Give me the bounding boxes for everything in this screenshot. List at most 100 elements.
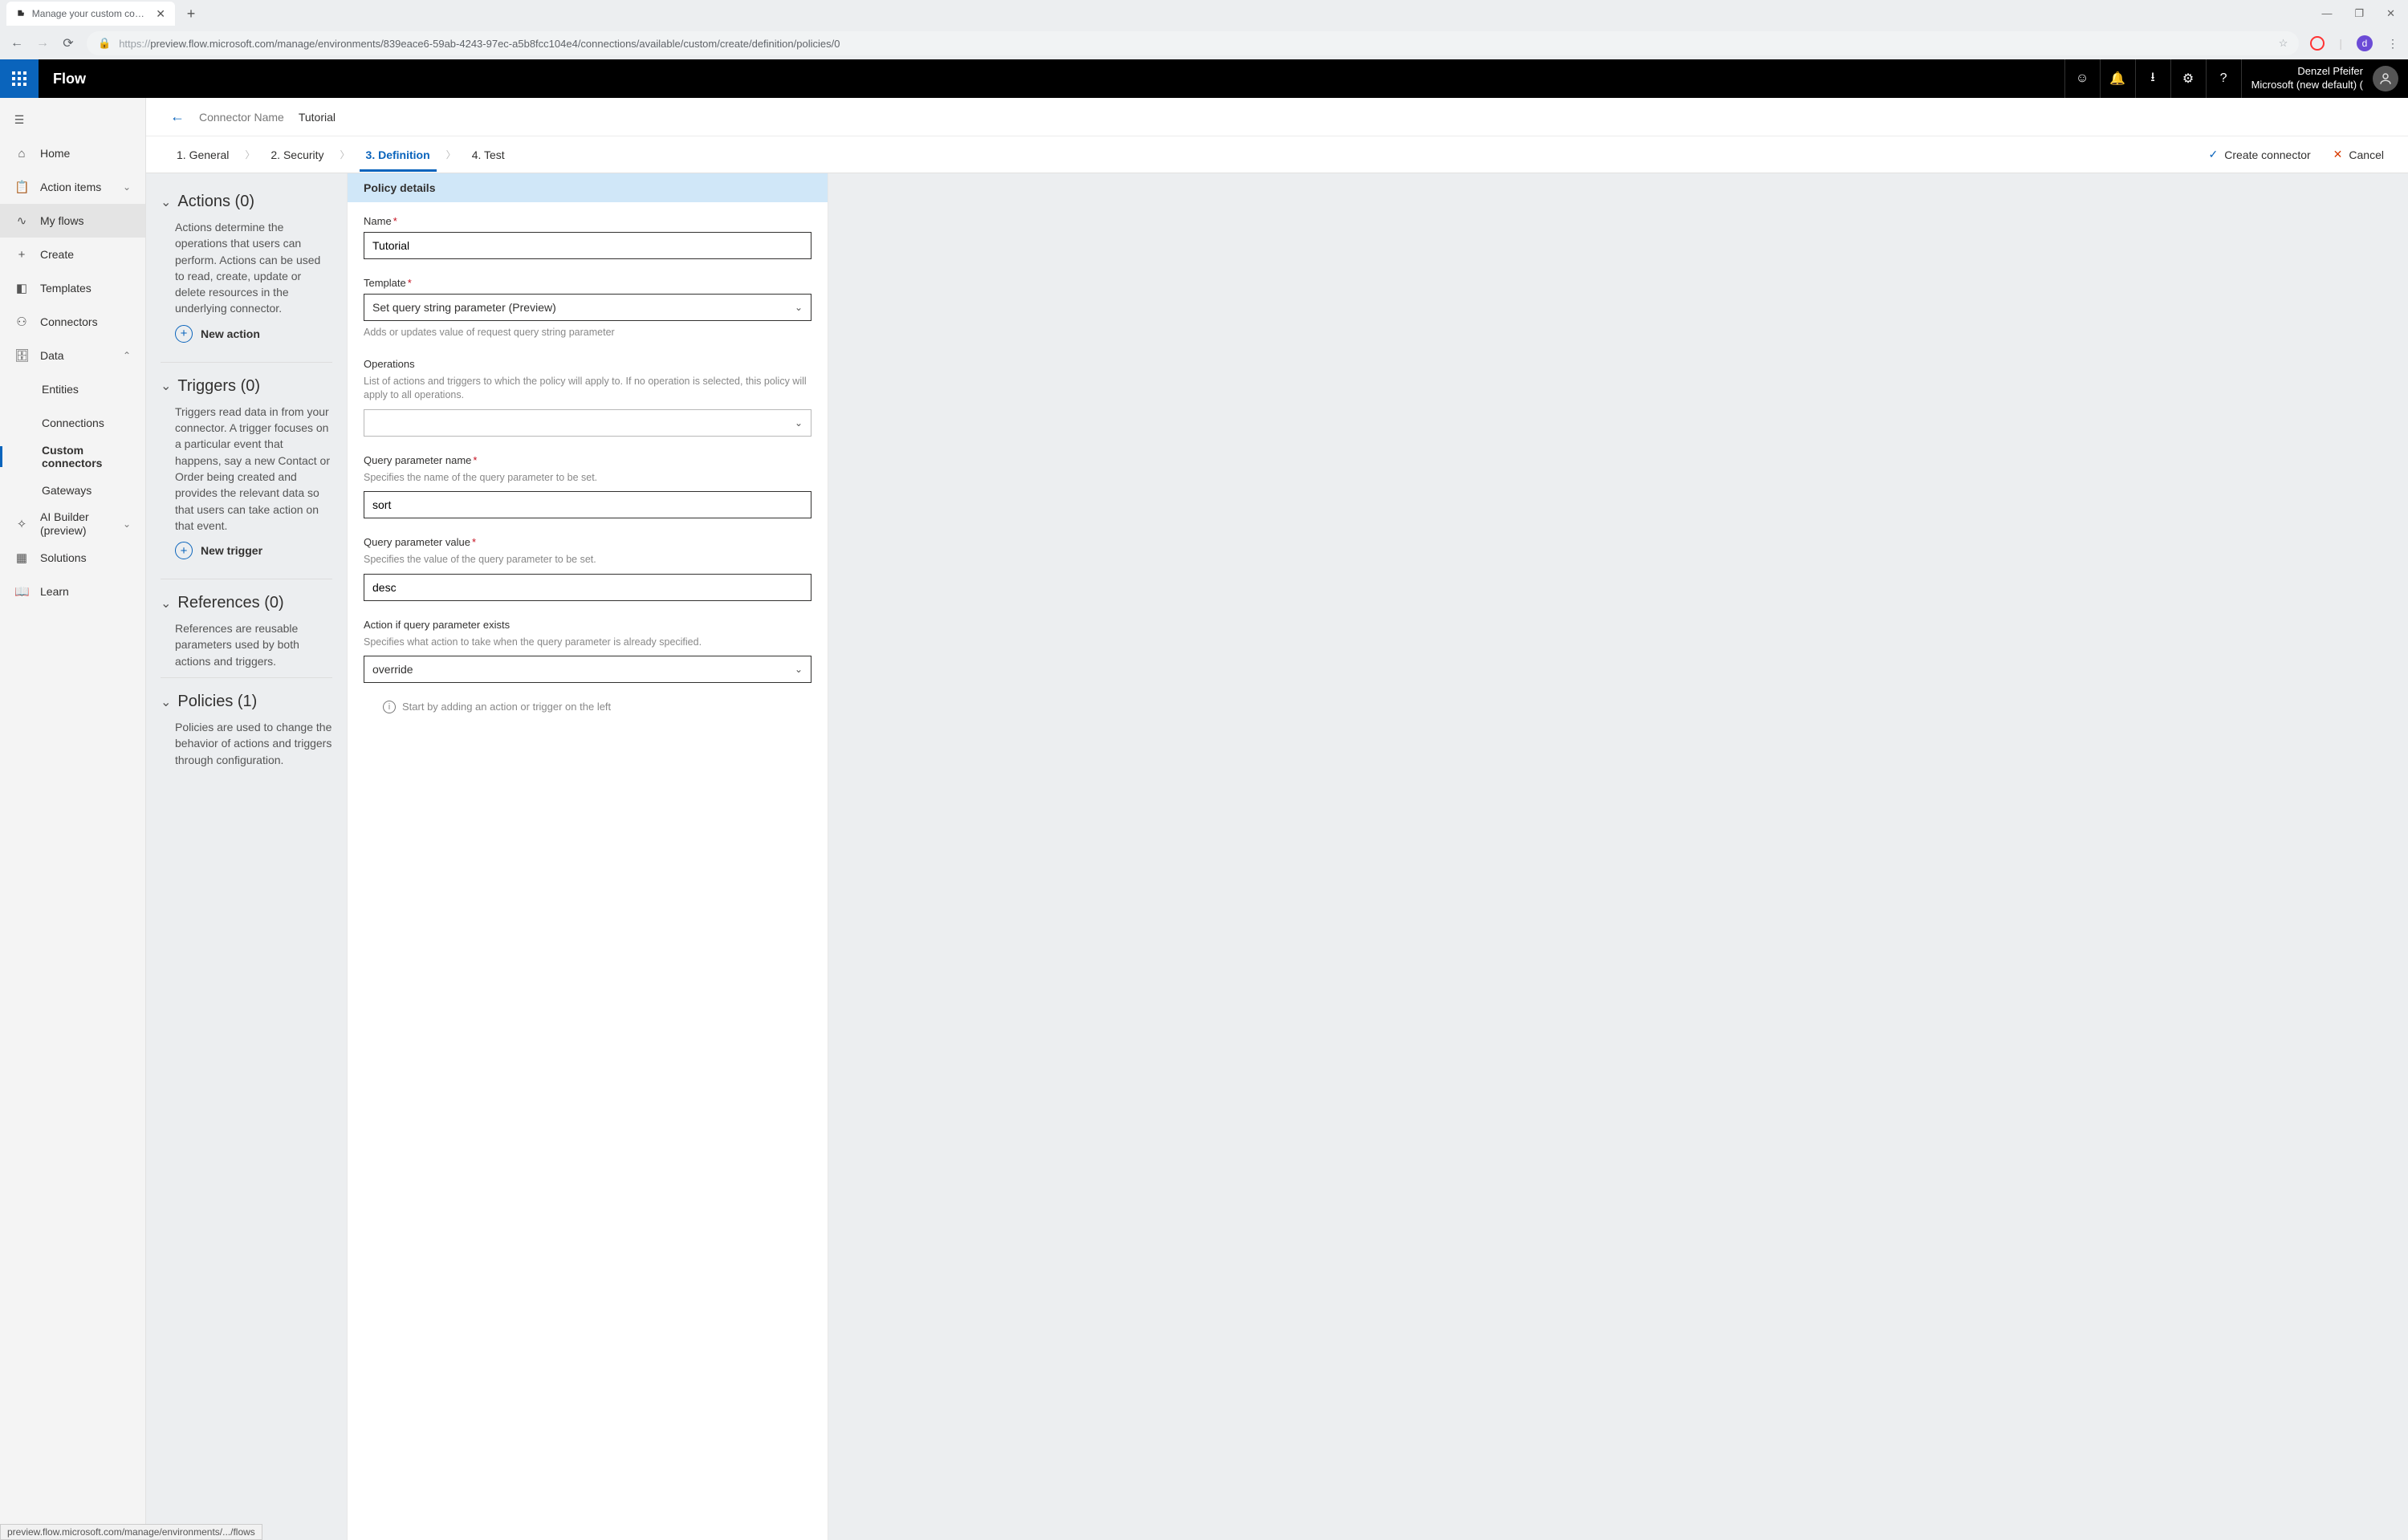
bell-icon[interactable]: 🔔 xyxy=(2100,59,2135,98)
reload-icon[interactable]: ⟳ xyxy=(61,35,75,51)
chevron-up-icon: ⌃ xyxy=(123,350,131,361)
browser-tab[interactable]: Manage your custom connectors ✕ xyxy=(6,2,175,26)
browser-menu-icon[interactable]: ⋮ xyxy=(2387,37,2398,51)
waffle-icon xyxy=(12,71,26,86)
triggers-section-header[interactable]: ⌄Triggers (0) xyxy=(161,377,332,396)
url-box[interactable]: 🔒 https://preview.flow.microsoft.com/man… xyxy=(87,31,2299,55)
ai-icon: ✧ xyxy=(14,517,29,531)
gear-icon[interactable]: ⚙ xyxy=(2170,59,2206,98)
close-tab-icon[interactable]: ✕ xyxy=(156,7,165,21)
breadcrumb: ← Connector Name Tutorial xyxy=(146,98,2408,136)
sidebar-item-create[interactable]: +Create xyxy=(0,238,145,271)
operations-label: Operations xyxy=(364,358,811,370)
close-window-icon[interactable]: ✕ xyxy=(2386,7,2395,20)
star-icon[interactable]: ☆ xyxy=(2279,37,2288,50)
chevron-down-icon: ⌄ xyxy=(123,181,131,193)
chevron-down-icon: ⌄ xyxy=(795,302,803,313)
clipboard-icon: 📋 xyxy=(14,180,29,194)
policy-details-header: Policy details xyxy=(348,173,828,202)
forward-icon[interactable]: → xyxy=(35,36,50,51)
sidebar-item-connectors[interactable]: ⚇Connectors xyxy=(0,305,145,339)
action-help: Specifies what action to take when the q… xyxy=(364,636,811,650)
maximize-icon[interactable]: ❐ xyxy=(2354,7,2364,20)
triggers-desc: Triggers read data in from your connecto… xyxy=(161,404,332,534)
hint-bottom: iStart by adding an action or trigger on… xyxy=(364,701,811,713)
action-select[interactable]: override⌄ xyxy=(364,656,811,683)
sidebar: ☰ ⌂Home 📋Action items⌄ ∿My flows +Create… xyxy=(0,98,146,1540)
tab-title: Manage your custom connectors xyxy=(32,8,149,19)
download-icon[interactable]: ⭳ xyxy=(2135,59,2170,98)
step-general[interactable]: 1. General xyxy=(170,148,235,161)
data-icon: 🗄 xyxy=(14,348,29,363)
sidebar-item-connections[interactable]: Connections xyxy=(0,406,145,440)
sidebar-item-home[interactable]: ⌂Home xyxy=(0,136,145,170)
new-action-button[interactable]: +New action xyxy=(161,325,332,343)
help-icon[interactable]: ? xyxy=(2206,59,2241,98)
url-text: https://preview.flow.microsoft.com/manag… xyxy=(119,38,840,50)
actions-section-header[interactable]: ⌄Actions (0) xyxy=(161,193,332,211)
sidebar-item-solutions[interactable]: ▦Solutions xyxy=(0,541,145,575)
plus-circle-icon: + xyxy=(175,542,193,559)
back-arrow-icon[interactable]: ← xyxy=(170,108,185,125)
sidebar-item-data[interactable]: 🗄Data⌃ xyxy=(0,339,145,372)
user-name: Denzel Pfeifer xyxy=(2251,65,2363,79)
sidebar-item-ai-builder[interactable]: ✧AI Builder (preview)⌄ xyxy=(0,507,145,541)
info-icon: i xyxy=(383,701,396,713)
window-controls: — ❐ ✕ xyxy=(2321,7,2408,20)
waffle-button[interactable] xyxy=(0,59,39,98)
action-label: Action if query parameter exists xyxy=(364,619,811,631)
hamburger-icon[interactable]: ☰ xyxy=(0,103,39,136)
connector-name: Tutorial xyxy=(299,111,336,124)
qpn-input[interactable] xyxy=(364,491,811,518)
minimize-icon[interactable]: — xyxy=(2321,7,2332,20)
close-icon: ✕ xyxy=(2333,148,2343,161)
sidebar-item-entities[interactable]: Entities xyxy=(0,372,145,406)
sidebar-item-action-items[interactable]: 📋Action items⌄ xyxy=(0,170,145,204)
new-trigger-button[interactable]: +New trigger xyxy=(161,542,332,559)
sidebar-item-my-flows[interactable]: ∿My flows xyxy=(0,204,145,238)
user-env: Microsoft (new default) ( xyxy=(2251,79,2363,92)
chevron-down-icon: ⌄ xyxy=(161,694,171,710)
policies-desc: Policies are used to change the behavior… xyxy=(161,719,332,768)
back-icon[interactable]: ← xyxy=(10,36,24,51)
chevron-right-icon: 〉 xyxy=(245,148,254,161)
chevron-down-icon: ⌄ xyxy=(123,518,131,530)
new-tab-button[interactable]: + xyxy=(180,2,202,25)
policies-section-header[interactable]: ⌄Policies (1) xyxy=(161,693,332,711)
create-connector-button[interactable]: ✓Create connector xyxy=(2209,148,2311,161)
plus-icon: + xyxy=(14,248,29,262)
home-icon: ⌂ xyxy=(14,147,29,161)
name-label: Name* xyxy=(364,215,811,227)
definition-sections: ⌄Actions (0) Actions determine the opera… xyxy=(146,173,347,1540)
smiley-icon[interactable]: ☺ xyxy=(2064,59,2100,98)
cancel-button[interactable]: ✕Cancel xyxy=(2333,148,2384,161)
solution-icon: ▦ xyxy=(14,551,29,565)
name-input[interactable] xyxy=(364,232,811,259)
qpv-input[interactable] xyxy=(364,574,811,601)
step-security[interactable]: 2. Security xyxy=(264,148,330,161)
qpn-help: Specifies the name of the query paramete… xyxy=(364,471,811,486)
browser-avatar[interactable]: d xyxy=(2357,35,2373,51)
actions-desc: Actions determine the operations that us… xyxy=(161,219,332,317)
browser-status-bar: preview.flow.microsoft.com/manage/enviro… xyxy=(0,1524,262,1540)
sidebar-item-templates[interactable]: ◧Templates xyxy=(0,271,145,305)
app-bar: Flow ☺ 🔔 ⭳ ⚙ ? Denzel Pfeifer Microsoft … xyxy=(0,59,2408,98)
opera-icon[interactable] xyxy=(2310,36,2325,51)
sidebar-item-learn[interactable]: 📖Learn xyxy=(0,575,145,608)
main: ← Connector Name Tutorial 1. General 〉 2… xyxy=(146,98,2408,1540)
check-icon: ✓ xyxy=(2209,148,2219,161)
qpn-label: Query parameter name* xyxy=(364,454,811,466)
references-section-header[interactable]: ⌄References (0) xyxy=(161,594,332,612)
step-test[interactable]: 4. Test xyxy=(466,148,511,161)
lock-icon: 🔒 xyxy=(98,37,111,50)
template-select[interactable]: Set query string parameter (Preview)⌄ xyxy=(364,294,811,321)
chevron-down-icon: ⌄ xyxy=(161,194,171,210)
operations-select[interactable]: ⌄ xyxy=(364,409,811,437)
chevron-down-icon: ⌄ xyxy=(161,378,171,394)
chevron-right-icon: 〉 xyxy=(340,148,350,161)
sidebar-item-custom-connectors[interactable]: Custom connectors xyxy=(0,440,145,473)
sidebar-item-gateways[interactable]: Gateways xyxy=(0,473,145,507)
user-block[interactable]: Denzel Pfeifer Microsoft (new default) ( xyxy=(2241,59,2408,98)
template-label: Template* xyxy=(364,277,811,289)
step-definition[interactable]: 3. Definition xyxy=(360,148,437,161)
